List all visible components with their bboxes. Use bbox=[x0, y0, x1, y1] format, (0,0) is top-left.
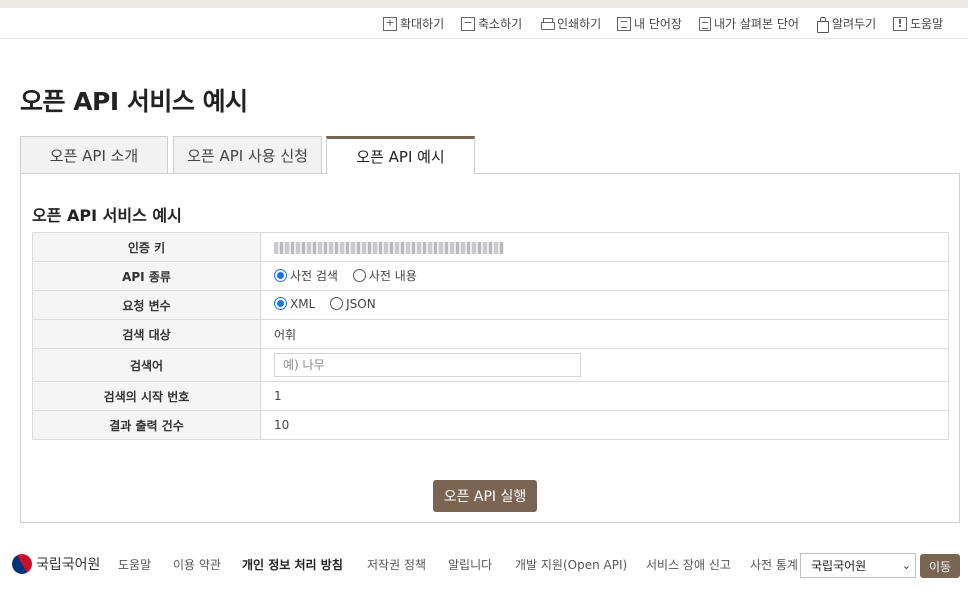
help-icon bbox=[893, 16, 907, 31]
site-select-value: 국립국어원 bbox=[811, 559, 867, 573]
target-value: 어휘 bbox=[260, 319, 949, 349]
search-input[interactable] bbox=[274, 353, 581, 377]
start-value: 1 bbox=[260, 381, 949, 411]
footer-link-privacy[interactable]: 개인 정보 처리 방침 bbox=[242, 556, 343, 573]
radio-dictionary-content[interactable]: 사전 내용 bbox=[352, 267, 417, 284]
taegeuk-logo-icon bbox=[8, 550, 36, 578]
table-row: 검색 대상 어휘 bbox=[32, 319, 949, 349]
logo-text: 국립국어원 bbox=[36, 557, 101, 573]
page-title: 오픈 API 서비스 예시 bbox=[20, 87, 248, 116]
table-row: 검색의 시작 번호 1 bbox=[32, 381, 949, 411]
notify-icon bbox=[815, 16, 829, 33]
start-label: 검색의 시작 번호 bbox=[32, 381, 261, 411]
zoom-out-icon bbox=[461, 16, 475, 31]
table-row: 검색어 bbox=[32, 348, 949, 382]
request-var-label: 요청 변수 bbox=[32, 290, 261, 320]
api-type-options: 사전 검색 사전 내용 bbox=[260, 261, 949, 291]
footer-link-terms[interactable]: 이용 약관 bbox=[173, 556, 221, 573]
footer-logo[interactable]: 국립국어원 bbox=[8, 550, 101, 578]
help-button[interactable]: 도움말 bbox=[893, 15, 943, 32]
viewed-words-label: 내가 살펴본 단어 bbox=[714, 17, 799, 31]
site-select[interactable]: 국립국어원 ⌄ bbox=[800, 553, 916, 578]
query-label: 검색어 bbox=[32, 348, 261, 382]
tab-api-apply[interactable]: 오픈 API 사용 신청 bbox=[173, 136, 322, 173]
radio-dot bbox=[274, 269, 287, 282]
footer-link-open-api[interactable]: 개발 지원(Open API) bbox=[515, 556, 627, 573]
table-row: 요청 변수 XML JSON bbox=[32, 290, 949, 320]
query-cell bbox=[260, 348, 949, 382]
count-label: 결과 출력 건수 bbox=[32, 410, 261, 440]
my-wordbook-button[interactable]: 내 단어장 bbox=[617, 15, 682, 32]
zoom-in-button[interactable]: 확대하기 bbox=[383, 15, 444, 32]
radio-xml[interactable]: XML bbox=[274, 297, 315, 311]
radio-label: XML bbox=[290, 296, 316, 311]
section-title: 오픈 API 서비스 예시 bbox=[32, 206, 182, 225]
print-label: 인쇄하기 bbox=[557, 17, 602, 31]
api-example-panel: 오픈 API 서비스 예시 인증 키 API 종류 사전 검색 사전 내용 요청… bbox=[20, 173, 960, 523]
radio-label: JSON bbox=[346, 296, 376, 311]
run-api-button[interactable]: 오픈 API 실행 bbox=[433, 480, 537, 512]
document-icon bbox=[699, 16, 711, 31]
viewed-words-button[interactable]: 내가 살펴본 단어 bbox=[699, 15, 799, 32]
table-row: 인증 키 bbox=[32, 232, 949, 262]
utility-bar: 확대하기 축소하기 인쇄하기 내 단어장 내가 살펴본 단어 알려두기 도움말 bbox=[0, 8, 968, 39]
print-button[interactable]: 인쇄하기 bbox=[540, 15, 601, 32]
footer-link-report[interactable]: 서비스 장애 신고 bbox=[646, 556, 731, 573]
radio-label: 사전 내용 bbox=[368, 269, 417, 283]
radio-json[interactable]: JSON bbox=[330, 297, 376, 311]
footer: 국립국어원 도움말 이용 약관 개인 정보 처리 방침 저작권 정책 알립니다 … bbox=[0, 544, 968, 584]
help-label: 도움말 bbox=[910, 17, 944, 31]
radio-dot bbox=[274, 297, 287, 311]
zoom-in-label: 확대하기 bbox=[400, 17, 445, 31]
top-strip bbox=[0, 0, 968, 8]
radio-label: 사전 검색 bbox=[290, 269, 338, 283]
tab-api-example[interactable]: 오픈 API 예시 bbox=[326, 136, 475, 174]
auth-key-value bbox=[260, 232, 949, 262]
footer-link-copyright[interactable]: 저작권 정책 bbox=[367, 556, 426, 573]
wordbook-icon bbox=[617, 16, 631, 31]
target-label: 검색 대상 bbox=[32, 319, 261, 349]
zoom-out-button[interactable]: 축소하기 bbox=[461, 15, 522, 32]
masked-key bbox=[274, 241, 504, 254]
notify-label: 알려두기 bbox=[832, 17, 877, 31]
chevron-down-icon: ⌄ bbox=[901, 559, 911, 572]
zoom-in-icon bbox=[383, 16, 397, 31]
zoom-out-label: 축소하기 bbox=[478, 17, 523, 31]
table-row: 결과 출력 건수 10 bbox=[32, 410, 949, 440]
radio-dot bbox=[352, 269, 366, 282]
count-value: 10 bbox=[260, 410, 949, 440]
footer-link-notice[interactable]: 알립니다 bbox=[448, 556, 492, 573]
my-wordbook-label: 내 단어장 bbox=[634, 17, 682, 31]
auth-key-label: 인증 키 bbox=[32, 232, 261, 262]
request-var-options: XML JSON bbox=[260, 290, 949, 320]
footer-link-help[interactable]: 도움말 bbox=[118, 556, 151, 573]
notify-button[interactable]: 알려두기 bbox=[815, 15, 877, 33]
footer-link-stats[interactable]: 사전 통계 bbox=[750, 556, 798, 573]
printer-icon bbox=[540, 17, 555, 31]
table-row: API 종류 사전 검색 사전 내용 bbox=[32, 261, 949, 291]
tab-api-intro[interactable]: 오픈 API 소개 bbox=[20, 136, 168, 173]
api-type-label: API 종류 bbox=[32, 261, 261, 291]
radio-dot bbox=[330, 297, 344, 311]
go-button[interactable]: 이동 bbox=[920, 554, 960, 578]
radio-dictionary-search[interactable]: 사전 검색 bbox=[274, 267, 338, 284]
api-form-table: 인증 키 API 종류 사전 검색 사전 내용 요청 변수 XML JSON 검… bbox=[32, 232, 949, 440]
